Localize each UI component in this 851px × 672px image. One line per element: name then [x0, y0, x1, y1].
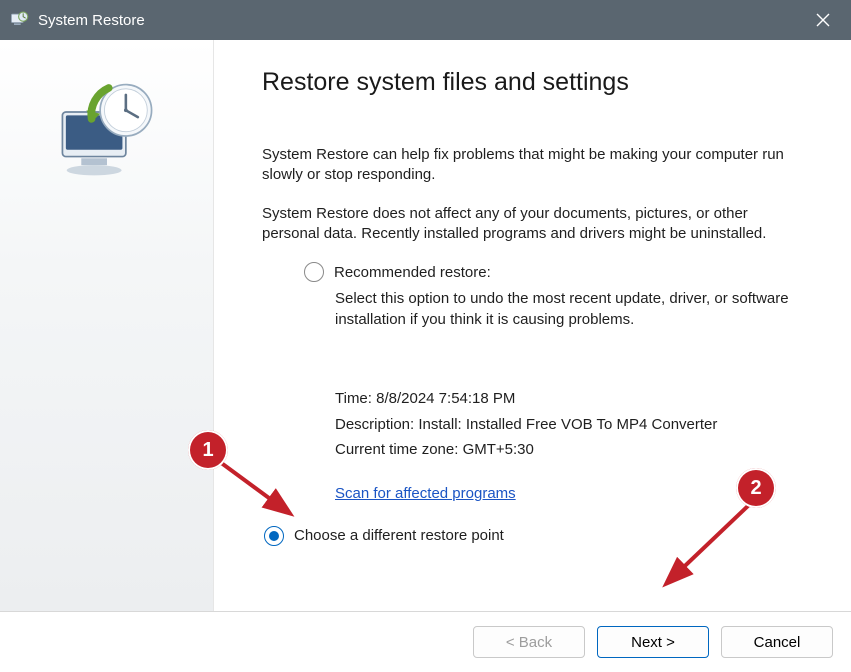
window-title: System Restore	[38, 12, 145, 29]
annotation-arrow-1	[214, 456, 304, 526]
system-restore-icon	[8, 9, 30, 31]
close-icon	[816, 13, 830, 27]
annotation-badge-2: 2	[736, 468, 776, 508]
choose-different-label: Choose a different restore point	[294, 527, 504, 544]
detail-description: Description: Install: Installed Free VOB…	[335, 412, 803, 438]
restore-illustration-icon	[47, 76, 167, 196]
recommended-option-block: Recommended restore: Select this option …	[262, 262, 803, 502]
intro-text-1: System Restore can help fix problems tha…	[262, 145, 803, 186]
next-button[interactable]: Next >	[597, 626, 709, 658]
annotation-arrow-2	[654, 498, 764, 594]
recommended-radio-row[interactable]: Recommended restore:	[304, 262, 803, 282]
detail-timezone: Current time zone: GMT+5:30	[335, 437, 803, 463]
back-button[interactable]: < Back	[473, 626, 585, 658]
detail-time: Time: 8/8/2024 7:54:18 PM	[335, 386, 803, 412]
cancel-button[interactable]: Cancel	[721, 626, 833, 658]
choose-different-radio[interactable]	[264, 526, 284, 546]
intro-text-2: System Restore does not affect any of yo…	[262, 204, 803, 245]
restore-details: Time: 8/8/2024 7:54:18 PM Description: I…	[335, 386, 803, 463]
page-heading: Restore system files and settings	[262, 68, 803, 97]
scan-affected-link[interactable]: Scan for affected programs	[335, 485, 516, 502]
recommended-desc: Select this option to undo the most rece…	[335, 288, 803, 330]
close-button[interactable]	[795, 0, 851, 40]
recommended-radio-label: Recommended restore:	[334, 264, 491, 281]
side-panel	[0, 40, 214, 611]
wizard-footer: < Back Next > Cancel	[0, 612, 851, 672]
recommended-radio[interactable]	[304, 262, 324, 282]
title-bar: System Restore	[0, 0, 851, 40]
annotation-badge-1: 1	[188, 430, 228, 470]
